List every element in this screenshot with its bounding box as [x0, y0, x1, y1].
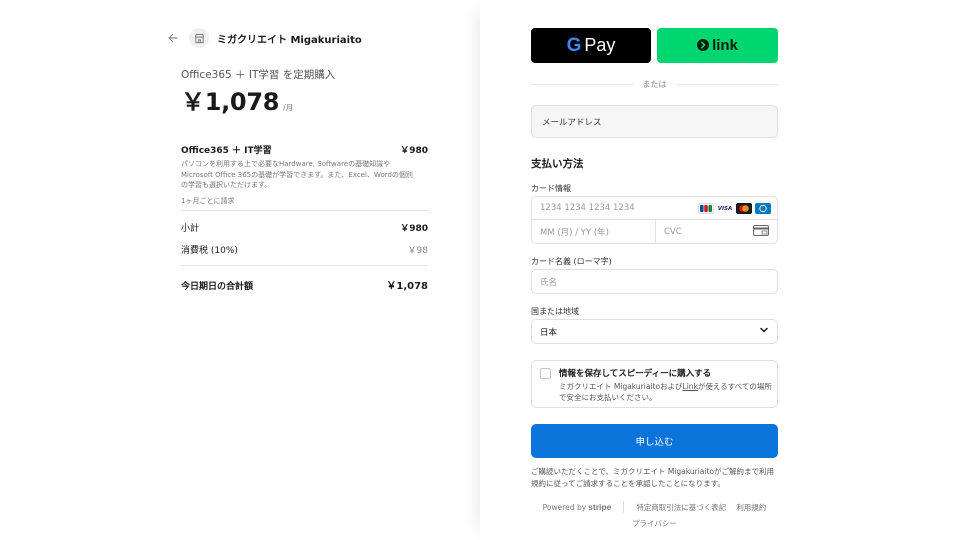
arrow-left-icon[interactable] — [167, 32, 179, 44]
order-summary-panel: ミガクリエイト Migakuriaito Office365 ＋ IT学習 を定… — [0, 0, 480, 540]
footer: Powered by stripe 特定商取引法に基づく表記 利用規約 — [531, 501, 778, 513]
save-info-title: 情報を保存してスピーディーに購入する — [559, 369, 712, 379]
link-info-link[interactable]: Link — [683, 382, 698, 391]
merchant-header: ミガクリエイト Migakuriaito — [167, 28, 362, 48]
save-info-box: 情報を保存してスピーディーに購入する ミガクリエイト Migakuriaitoお… — [531, 360, 778, 408]
email-field[interactable]: メールアドレス — [531, 105, 778, 138]
store-icon — [189, 28, 209, 48]
country-value: 日本 — [540, 327, 558, 338]
express-checkout: G Pay link — [531, 28, 778, 63]
footer-links: 特定商取引法に基づく表記 利用規約 — [636, 502, 766, 513]
line-item-description: パソコンを利用する上で必要なHardware, Softwareの基礎知識やMi… — [181, 160, 413, 189]
price-display: ￥1,078 /月 — [181, 82, 293, 117]
subscription-heading: Office365 ＋ IT学習 を定期購入 — [181, 69, 336, 81]
divider — [181, 265, 428, 266]
card-brands: VISA — [698, 203, 771, 214]
cvc-card-icon — [753, 224, 769, 239]
terms-link[interactable]: 利用規約 — [736, 502, 766, 513]
subtotal-row: 小計 ￥980 — [181, 221, 428, 234]
price-unit: /月 — [283, 103, 294, 112]
subtotal-value: ￥980 — [400, 224, 428, 234]
payment-method-title: 支払い方法 — [531, 158, 584, 170]
or-divider: または — [531, 78, 778, 90]
card-bottom-row: MM (月) / YY (年) CVC — [532, 220, 777, 243]
footer-divider — [623, 501, 625, 513]
country-label: 国または地域 — [531, 307, 579, 316]
divider — [181, 210, 428, 211]
total-value: ￥1,078 — [386, 281, 428, 292]
merchant-name[interactable]: ミガクリエイト Migakuriaito — [217, 31, 362, 46]
cardholder-label: カード名義 (ローマ字) — [531, 257, 612, 266]
divider — [531, 83, 633, 85]
cardholder-name-input[interactable]: 氏名 — [531, 269, 778, 294]
tax-row: 消費税 (10%) ￥98 — [181, 243, 428, 256]
stripe-logo: stripe — [588, 502, 612, 512]
line-item-billing: 1ヶ月ごとに請求 — [181, 196, 235, 205]
subtotal-label: 小計 — [181, 224, 200, 234]
line-item-name: Office365 ＋ IT学習 — [181, 146, 272, 156]
diners-icon — [755, 203, 771, 214]
save-desc-text: ミガクリエイト Migakuriaitoおよび — [559, 382, 683, 391]
powered-by-stripe[interactable]: Powered by stripe — [543, 502, 612, 512]
line-item: Office365 ＋ IT学習 ￥980 パソコンを利用する上で必要なHard… — [181, 143, 428, 206]
cvc-placeholder: CVC — [664, 226, 682, 237]
divider — [676, 83, 778, 85]
expiry-input[interactable]: MM (月) / YY (年) — [532, 220, 656, 243]
visa-icon: VISA — [717, 203, 733, 214]
card-info-label: カード情報 — [531, 184, 571, 193]
powered-by-text: Powered by — [542, 502, 587, 512]
tax-label: 消費税 (10%) — [181, 246, 238, 256]
total-row: 今日期日の合計額 ￥1,078 — [181, 277, 428, 292]
google-pay-button[interactable]: G Pay — [531, 28, 651, 63]
save-info-checkbox[interactable] — [540, 368, 551, 379]
privacy-link[interactable]: プライバシー — [531, 518, 778, 529]
legal-notice-link[interactable]: 特定商取引法に基づく表記 — [636, 502, 726, 513]
country-select[interactable]: 日本 — [531, 319, 778, 344]
price-amount: ￥1,078 — [181, 88, 280, 116]
link-pay-label: link — [712, 37, 738, 54]
link-pay-button[interactable]: link — [657, 28, 778, 63]
link-arrow-icon — [697, 36, 710, 55]
cvc-input[interactable]: CVC — [656, 220, 777, 243]
card-number-placeholder: 1234 1234 1234 1234 — [540, 203, 635, 213]
total-label: 今日期日の合計額 — [181, 282, 254, 292]
terms-text: ご購読いただくことで、ミガクリエイト Migakuriaitoがご解約まで利用規… — [531, 467, 775, 488]
jcb-icon — [698, 203, 714, 214]
card-input-group: 1234 1234 1234 1234 VISA MM (月) / YY (年)… — [531, 196, 778, 244]
expiry-placeholder: MM (月) / YY (年) — [540, 227, 609, 238]
mastercard-icon — [736, 203, 752, 214]
google-pay-label: Pay — [584, 35, 616, 55]
subscribe-button[interactable]: 申し込む — [531, 424, 778, 458]
tax-value: ￥98 — [407, 246, 428, 256]
google-g-icon: G — [566, 34, 582, 56]
save-info-description: ミガクリエイト MigakuriaitoおよびLinkが使えるすべての場所で安全… — [559, 381, 773, 403]
cardholder-placeholder: 氏名 — [540, 277, 558, 288]
line-item-price: ￥980 — [400, 146, 428, 156]
chevron-down-icon — [759, 325, 769, 338]
or-text: または — [642, 79, 667, 89]
